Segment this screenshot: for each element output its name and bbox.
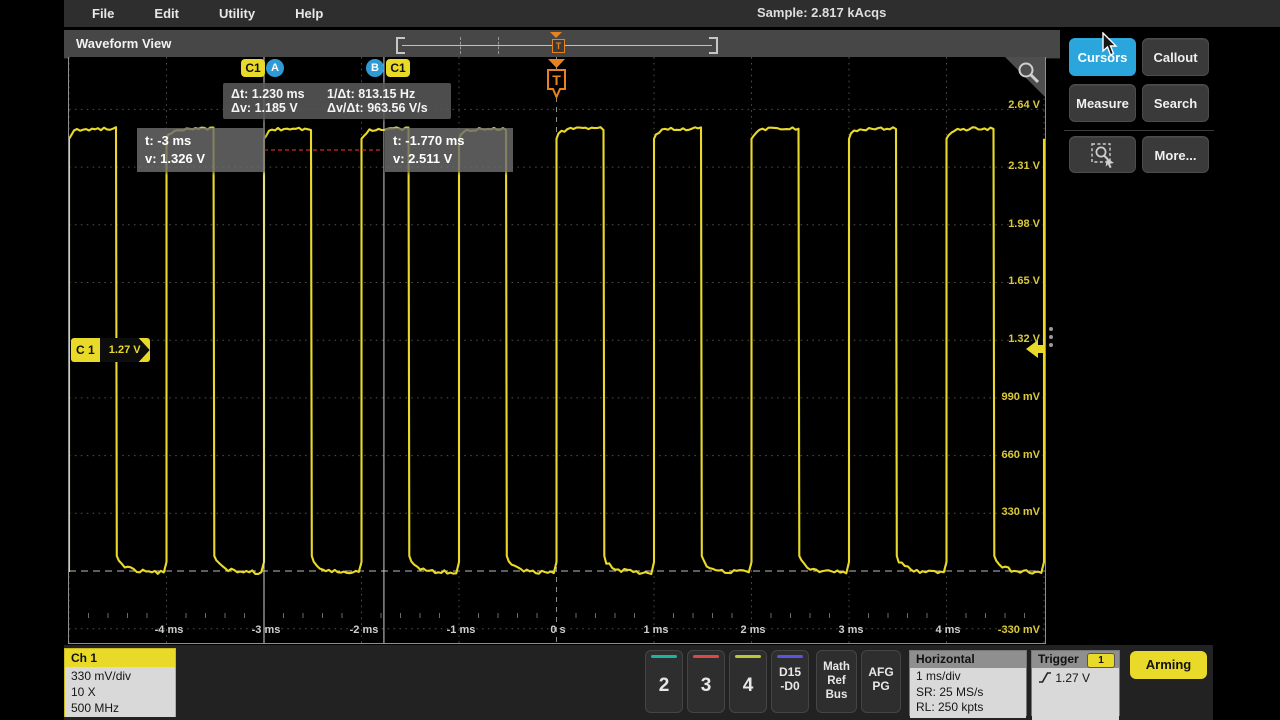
v-axis-label: 660 mV xyxy=(1001,449,1040,461)
channel2-label: 2 xyxy=(646,675,682,697)
menu-bar: File Edit Utility Help Sample: 2.817 kAc… xyxy=(64,0,1280,27)
trigger-level-value: 1.27 V xyxy=(1055,671,1090,685)
horizontal-settings-badge[interactable]: Horizontal 1 ms/div SR: 25 MS/s RL: 250 … xyxy=(909,650,1027,716)
t-axis-label: -4 ms xyxy=(139,624,199,636)
arming-status-button[interactable]: Arming xyxy=(1130,651,1207,679)
afg-pg-button[interactable]: AFG PG xyxy=(861,650,901,713)
trigger-position-mini-flag[interactable]: T xyxy=(552,39,565,53)
channel1-title: Ch 1 xyxy=(65,649,175,667)
t-axis-label: -2 ms xyxy=(334,624,394,636)
more-button[interactable]: More... xyxy=(1142,136,1209,173)
afg-label-line2: PG xyxy=(862,679,900,693)
t-axis-label: 1 ms xyxy=(626,624,686,636)
trigger-settings-badge[interactable]: Trigger 1 1.27 V xyxy=(1031,650,1120,716)
channel4-color-stripe xyxy=(735,655,761,658)
t-axis-label: 3 ms xyxy=(821,624,881,636)
menu-help[interactable]: Help xyxy=(295,6,323,21)
trigger-title: Trigger xyxy=(1038,652,1079,666)
pan-tick xyxy=(498,37,499,54)
callout-button[interactable]: Callout xyxy=(1142,38,1209,76)
cursor-b-badge[interactable]: B xyxy=(366,59,384,77)
cursor-b-tooltip: t: -1.770 ms v: 2.511 V xyxy=(385,128,513,172)
v-axis-label: 1.65 V xyxy=(1008,275,1040,287)
horizontal-title: Horizontal xyxy=(910,651,1026,668)
right-panel-divider xyxy=(1064,130,1214,131)
cursor-a-tooltip: t: -3 ms v: 1.326 V xyxy=(137,128,265,172)
cursor-a-volts: v: 1.326 V xyxy=(145,150,257,168)
cursor-b-time: t: -1.770 ms xyxy=(393,132,505,150)
digital-color-stripe xyxy=(777,655,803,658)
bottom-settings-bar: Ch 1 330 mV/div 10 X 500 MHz 2 3 4 D15 -… xyxy=(64,645,1213,720)
cursor-b-volts: v: 2.511 V xyxy=(393,150,505,168)
t-axis-label: -3 ms xyxy=(236,624,296,636)
channel2-color-stripe xyxy=(651,655,677,658)
panel-drag-handle[interactable] xyxy=(1049,327,1054,351)
v-axis-label: 2.64 V xyxy=(1008,99,1040,111)
svg-text:T: T xyxy=(552,72,561,88)
cursor-a-channel-badge[interactable]: C1 xyxy=(241,59,265,77)
rising-edge-icon xyxy=(1038,671,1052,684)
menu-utility[interactable]: Utility xyxy=(219,6,255,21)
measure-button[interactable]: Measure xyxy=(1069,84,1136,122)
cursor-b-channel-badge[interactable]: C1 xyxy=(386,59,410,77)
pan-tick xyxy=(460,37,461,54)
channel1-level-badge[interactable]: C 1 1.27 V xyxy=(71,338,150,362)
v-axis-label-bottom: -330 mV xyxy=(998,624,1040,636)
trigger-position-mini-arrow xyxy=(550,32,562,38)
channel3-label: 3 xyxy=(688,675,724,697)
graticule[interactable]: T C1 A B C1 Δt: 1.230 ms 1/Δt: 813.15 Hz… xyxy=(68,57,1046,644)
t-axis-label: 2 ms xyxy=(723,624,783,636)
mouse-cursor xyxy=(1102,32,1120,58)
v-axis-label: 1.98 V xyxy=(1008,218,1040,230)
math-label-line2: Ref xyxy=(817,674,856,688)
t-axis-label: 4 ms xyxy=(918,624,978,636)
cursor-delta-readout: Δt: 1.230 ms 1/Δt: 813.15 Hz Δv: 1.185 V… xyxy=(223,83,451,119)
afg-label-line1: AFG xyxy=(862,665,900,679)
v-axis-label: 2.31 V xyxy=(1008,160,1040,172)
waveform-view-titlebar: Waveform View T xyxy=(64,30,1060,59)
readout-dvdt: Δv/Δt: 963.56 V/s xyxy=(327,101,428,115)
math-label-line3: Bus xyxy=(817,688,856,702)
digital-label-line2: -D0 xyxy=(772,679,808,693)
v-axis-label: 1.32 V xyxy=(1008,333,1040,345)
cursor-a-time: t: -3 ms xyxy=(145,132,257,150)
horizontal-sample-rate: SR: 25 MS/s xyxy=(916,685,1026,701)
channel1-settings-badge[interactable]: Ch 1 330 mV/div 10 X 500 MHz xyxy=(64,648,176,717)
search-button[interactable]: Search xyxy=(1142,84,1209,122)
readout-invdt: 1/Δt: 813.15 Hz xyxy=(327,87,415,101)
channel3-button[interactable]: 3 xyxy=(687,650,725,713)
channel1-probe: 10 X xyxy=(71,684,175,700)
v-axis-label: 330 mV xyxy=(1001,506,1040,518)
horizontal-scale: 1 ms/div xyxy=(916,669,1026,685)
readout-dv: Δv: 1.185 V xyxy=(231,101,327,115)
zoom-select-button[interactable] xyxy=(1069,136,1136,173)
waveform-view-title: Waveform View xyxy=(76,36,171,51)
channel4-label: 4 xyxy=(730,675,766,697)
channel3-color-stripe xyxy=(693,655,719,658)
v-axis-label: 990 mV xyxy=(1001,391,1040,403)
menu-file[interactable]: File xyxy=(92,6,114,21)
channel1-bandwidth: 500 MHz xyxy=(71,700,175,716)
channel1-level-value: 1.27 V xyxy=(100,338,150,362)
math-label-line1: Math xyxy=(817,660,856,674)
channel1-scale: 330 mV/div xyxy=(71,668,175,684)
digital-label-line1: D15 xyxy=(772,665,808,679)
trigger-source-badge: 1 xyxy=(1087,653,1115,668)
digital-channels-button[interactable]: D15 -D0 xyxy=(771,650,809,713)
channel1-name: C 1 xyxy=(76,343,100,357)
menu-edit[interactable]: Edit xyxy=(154,6,179,21)
readout-dt: Δt: 1.230 ms xyxy=(231,87,327,101)
channel4-button[interactable]: 4 xyxy=(729,650,767,713)
horizontal-record-length: RL: 250 kpts xyxy=(916,700,1026,716)
channel2-button[interactable]: 2 xyxy=(645,650,683,713)
math-ref-bus-button[interactable]: Math Ref Bus xyxy=(816,650,857,713)
t-axis-label: -1 ms xyxy=(431,624,491,636)
zoom-select-icon xyxy=(1090,142,1116,168)
t-axis-label: 0 s xyxy=(528,624,588,636)
sample-acqs-readout: Sample: 2.817 kAcqs xyxy=(757,5,886,20)
cursor-a-badge[interactable]: A xyxy=(266,59,284,77)
